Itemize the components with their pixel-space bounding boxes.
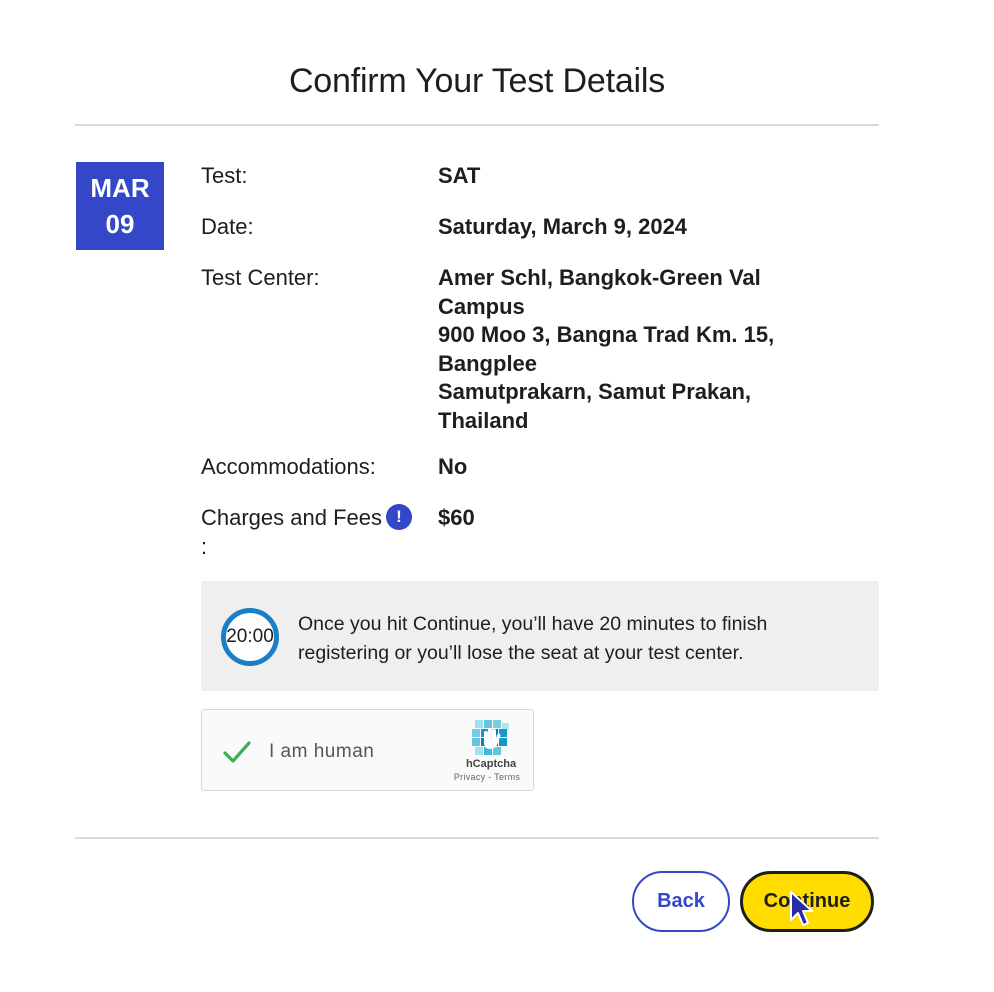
date-value: Saturday, March 9, 2024 (438, 214, 688, 239)
hcaptcha-widget[interactable]: I am human hCaptcha Privacy - Terms (201, 709, 534, 791)
checkmark-icon[interactable] (222, 738, 252, 766)
test-center-line: Campus (438, 293, 525, 319)
timer-value: 20:00 (226, 626, 274, 647)
fees-label: Charges and Fees (201, 505, 382, 530)
date-badge-day: 09 (105, 209, 135, 239)
timer-notice: 20:00 Once you hit Continue, you’ll have… (201, 581, 879, 691)
timer-icon: 20:00 (221, 608, 279, 666)
hcaptcha-links[interactable]: Privacy - Terms (442, 772, 532, 782)
accommodations-value: No (438, 454, 468, 479)
top-divider (75, 124, 879, 126)
date-badge-month: MAR (90, 173, 150, 203)
test-center-line: Thailand (438, 407, 529, 433)
confirm-test-details-page: Confirm Your Test Details MAR 09 Test: S… (0, 0, 994, 992)
page-title: Confirm Your Test Details (288, 62, 666, 100)
bottom-divider (75, 837, 879, 839)
test-center-label: Test Center: (201, 265, 320, 290)
info-icon[interactable]: ! (386, 504, 412, 531)
hcaptcha-brand: hCaptcha (465, 758, 517, 770)
test-center-value: Amer Schl, Bangkok-Green Val Campus 900 … (438, 264, 818, 435)
test-center-line: Bangplee (438, 350, 538, 376)
accommodations-label: Accommodations: (201, 454, 376, 479)
timer-message: Once you hit Continue, you’ll have 20 mi… (298, 613, 768, 664)
fees-value: $60 (438, 505, 475, 530)
test-center-line: Samutprakarn, Samut Prakan, (438, 379, 752, 404)
date-label: Date: (201, 214, 254, 239)
captcha-label: I am human (269, 741, 375, 762)
test-label: Test: (201, 163, 248, 188)
test-center-line: Amer Schl, Bangkok-Green Val (438, 265, 761, 290)
test-center-line: 900 Moo 3, Bangna Trad Km. 15, (438, 322, 775, 347)
hcaptcha-logo-icon (472, 720, 509, 755)
back-button[interactable]: Back (632, 871, 730, 932)
mouse-cursor-icon (790, 891, 813, 926)
test-value: SAT (438, 163, 481, 188)
fees-label-suffix: : (201, 533, 208, 559)
fees-label-group: Charges and Fees! : (201, 504, 437, 561)
date-badge: MAR 09 (76, 162, 164, 250)
